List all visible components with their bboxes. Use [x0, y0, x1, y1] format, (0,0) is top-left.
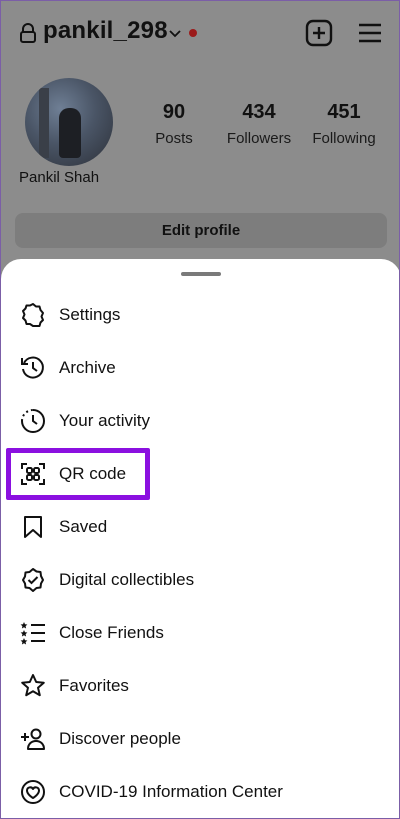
lock-icon — [19, 23, 37, 43]
create-plus-icon[interactable] — [305, 19, 333, 47]
stat-label: Followers — [226, 130, 292, 147]
notification-dot — [189, 29, 197, 37]
top-bar: pankil_298 — [19, 17, 383, 49]
stat-value: 434 — [242, 101, 276, 123]
archive-icon — [19, 354, 47, 382]
covid-info-icon — [19, 778, 47, 806]
menu-item-label: Discover people — [59, 728, 181, 748]
bottom-sheet-menu: Settings Archive Your activity QR code S — [1, 259, 399, 818]
menu-item-settings[interactable]: Settings — [1, 288, 399, 341]
activity-icon — [19, 407, 47, 435]
avatar-photo-tower — [39, 88, 49, 158]
verified-badge-icon — [19, 566, 47, 594]
stat-followers[interactable]: 434 Followers — [219, 101, 299, 147]
menu-item-label: Digital collectibles — [59, 569, 195, 589]
menu-item-archive[interactable]: Archive — [1, 341, 399, 394]
stat-following[interactable]: 451 Following — [304, 101, 384, 147]
star-icon — [19, 672, 47, 700]
menu-item-discover-people[interactable]: Discover people — [1, 712, 399, 765]
edit-profile-button[interactable]: Edit profile — [15, 213, 387, 248]
menu-item-label: Your activity — [59, 410, 151, 430]
menu-item-label: Saved — [59, 516, 108, 536]
settings-icon — [19, 301, 47, 329]
menu-item-favorites[interactable]: Favorites — [1, 659, 399, 712]
full-name: Pankil Shah — [19, 169, 100, 186]
menu-item-your-activity[interactable]: Your activity — [1, 394, 399, 447]
menu-item-close-friends[interactable]: Close Friends — [1, 606, 399, 659]
stat-posts[interactable]: 90 Posts — [134, 101, 214, 147]
menu-item-label: COVID-19 Information Center — [59, 781, 283, 801]
menu-item-covid-info-center[interactable]: COVID-19 Information Center — [1, 765, 399, 818]
bookmark-icon — [19, 513, 47, 541]
close-friends-icon — [19, 619, 47, 647]
menu-item-label: Favorites — [59, 675, 129, 695]
avatar-photo-figure — [59, 108, 81, 158]
stat-value: 451 — [327, 101, 361, 123]
username[interactable]: pankil_298 — [43, 17, 168, 45]
add-person-icon — [19, 725, 47, 753]
stat-label: Following — [312, 130, 376, 147]
menu-item-saved[interactable]: Saved — [1, 500, 399, 553]
stat-value: 90 — [162, 101, 186, 123]
profile-header: pankil_298 Pankil Shah 90 Posts 434 Foll… — [1, 1, 399, 271]
avatar[interactable] — [25, 78, 113, 166]
screen: pankil_298 Pankil Shah 90 Posts 434 Foll… — [0, 0, 400, 819]
menu-item-label: Archive — [59, 357, 116, 377]
menu-icon[interactable] — [357, 21, 383, 45]
chevron-down-icon[interactable] — [167, 25, 183, 41]
menu-item-digital-collectibles[interactable]: Digital collectibles — [1, 553, 399, 606]
drag-handle[interactable] — [181, 272, 221, 276]
stat-label: Posts — [155, 130, 193, 147]
menu-item-label: Close Friends — [59, 622, 164, 642]
qr-code-highlight-box — [6, 448, 150, 500]
menu-item-label: Settings — [59, 304, 121, 324]
